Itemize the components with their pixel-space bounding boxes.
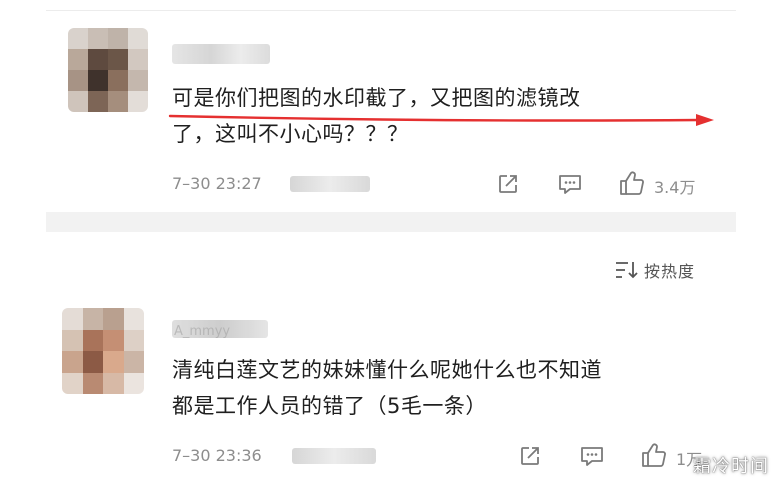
comment-time: 7–30 23:27 (172, 174, 262, 193)
reply-icon[interactable] (557, 172, 583, 196)
username-text: A_mmyy (174, 324, 231, 339)
share-icon[interactable] (496, 172, 520, 196)
comment-text-line: 都是工作人员的错了（5毛一条） (172, 394, 487, 418)
avatar[interactable] (68, 28, 148, 112)
like-icon[interactable] (618, 170, 646, 196)
location-redacted (292, 448, 376, 464)
top-divider (46, 10, 736, 11)
comment-time: 7–30 23:36 (172, 446, 262, 465)
location-redacted (290, 176, 370, 192)
reply-icon[interactable] (579, 444, 605, 468)
share-icon[interactable] (518, 444, 542, 468)
annotation-arrow (168, 114, 714, 126)
watermark: 霜冷时间 (693, 456, 769, 477)
sort-icon (616, 262, 638, 279)
like-icon[interactable] (640, 442, 668, 468)
like-count: 3.4万 (654, 178, 696, 197)
avatar[interactable] (62, 308, 144, 394)
sort-by-hot-button[interactable]: 按热度 (614, 258, 695, 282)
comment-text-line: 清纯白莲文艺的妹妹懂什么呢她什么也不知道 (172, 358, 602, 382)
comment-text-line: 可是你们把图的水印截了，又把图的滤镜改 (172, 86, 581, 110)
username-redacted[interactable] (172, 44, 270, 64)
sort-label: 按热度 (644, 262, 696, 281)
username[interactable]: A_mmyy (172, 320, 268, 339)
section-divider (46, 212, 736, 232)
comment-text: 清纯白莲文艺的妹妹懂什么呢她什么也不知道 都是工作人员的错了（5毛一条） (172, 352, 602, 424)
